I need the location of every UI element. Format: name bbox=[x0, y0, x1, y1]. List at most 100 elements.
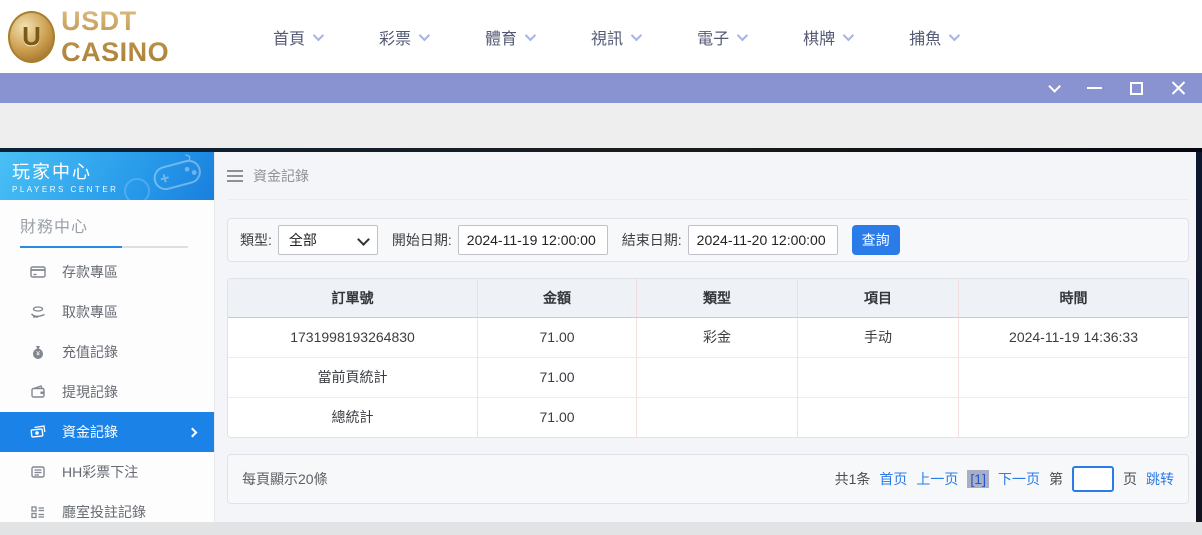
sidebar-item-deposit[interactable]: 存款專區 bbox=[0, 252, 214, 292]
casino-player-center-page: U USDT CASINO 首頁 彩票 體育 視訊 電子 bbox=[0, 0, 1202, 535]
content-area: 資金記錄 類型: 全部 開始日期: 結束日期: 查詢 bbox=[215, 152, 1202, 522]
chevron-down-icon bbox=[631, 29, 642, 40]
table-row-page-summary: 當前頁統計 71.00 bbox=[228, 357, 1188, 397]
cell-amount: 71.00 bbox=[478, 397, 637, 437]
sidebar-item-label: 廳室投註記錄 bbox=[62, 502, 146, 522]
nav-item-boardgames[interactable]: 棋牌 bbox=[803, 25, 851, 49]
funds-records-table: 訂單號 金額 類型 項目 時間 1731998193264830 71.00 彩… bbox=[228, 279, 1188, 437]
prev-page-link[interactable]: 上一页 bbox=[916, 469, 958, 489]
chevron-down-icon bbox=[737, 29, 748, 40]
chevron-down-icon bbox=[525, 29, 536, 40]
col-type: 類型 bbox=[637, 279, 798, 317]
sidebar-item-label: 存款專區 bbox=[62, 262, 118, 282]
query-button[interactable]: 查詢 bbox=[852, 225, 900, 255]
nav-label: 首頁 bbox=[273, 25, 305, 49]
nav-label: 體育 bbox=[485, 25, 517, 49]
nav-item-sports[interactable]: 體育 bbox=[485, 25, 533, 49]
sidebar-item-room-bet-records[interactable]: 廳室投註記錄 bbox=[0, 492, 214, 522]
bills-icon bbox=[30, 424, 46, 440]
cell-empty bbox=[959, 357, 1188, 397]
first-page-link[interactable]: 首页 bbox=[879, 469, 907, 489]
sidebar-item-recharge-records[interactable]: ¥ 充值記錄 bbox=[0, 332, 214, 372]
jump-suffix: 页 bbox=[1123, 469, 1137, 489]
site-logo[interactable]: U USDT CASINO bbox=[8, 6, 233, 68]
cell-empty bbox=[637, 397, 798, 437]
pager: 共1条 首页 上一页 [1] 下一页 第 页 跳转 bbox=[835, 466, 1174, 492]
nav-label: 電子 bbox=[697, 25, 729, 49]
nav-item-home[interactable]: 首頁 bbox=[273, 25, 321, 49]
finance-center-label: 財務中心 bbox=[20, 213, 194, 237]
deposit-card-icon bbox=[30, 264, 46, 280]
chevron-down-icon bbox=[843, 29, 854, 40]
nav-item-lottery[interactable]: 彩票 bbox=[379, 25, 427, 49]
menu-toggle-icon[interactable] bbox=[227, 170, 243, 182]
page-title: 資金記錄 bbox=[253, 166, 309, 186]
cell-label: 當前頁統計 bbox=[228, 357, 478, 397]
main-area: 玩家中心 PLAYERS CENTER 財務中心 bbox=[0, 152, 1202, 522]
next-page-link[interactable]: 下一页 bbox=[998, 469, 1040, 489]
table-row-total-summary: 總統計 71.00 bbox=[228, 397, 1188, 437]
cell-item: 手动 bbox=[798, 317, 959, 357]
sidebar-item-label: 充值記錄 bbox=[62, 342, 118, 362]
main-nav: 首頁 彩票 體育 視訊 電子 棋牌 bbox=[273, 25, 957, 49]
nav-label: 捕魚 bbox=[909, 25, 941, 49]
minimize-icon[interactable] bbox=[1086, 80, 1102, 96]
titlebar-chevron-down-icon[interactable] bbox=[1044, 80, 1060, 96]
logo-icon: U bbox=[8, 11, 55, 63]
close-icon[interactable] bbox=[1170, 80, 1186, 96]
sidebar-item-funds-records[interactable]: 資金記錄 bbox=[0, 412, 214, 452]
funds-records-table-panel: 訂單號 金額 類型 項目 時間 1731998193264830 71.00 彩… bbox=[227, 278, 1189, 438]
cell-empty bbox=[798, 397, 959, 437]
nav-label: 棋牌 bbox=[803, 25, 835, 49]
type-select-wrap: 全部 bbox=[278, 225, 378, 255]
records-icon bbox=[30, 504, 46, 520]
wallet-icon bbox=[30, 384, 46, 400]
nav-item-live[interactable]: 視訊 bbox=[591, 25, 639, 49]
lottery-list-icon bbox=[30, 464, 46, 480]
moneybag-icon: ¥ bbox=[30, 344, 46, 360]
nav-item-fishing[interactable]: 捕魚 bbox=[909, 25, 957, 49]
sidebar-menu: 存款專區 取款專區 ¥ 充值記錄 bbox=[0, 252, 214, 522]
sidebar: 玩家中心 PLAYERS CENTER 財務中心 bbox=[0, 152, 215, 522]
cell-time: 2024-11-19 14:36:33 bbox=[959, 317, 1188, 357]
page-size-text: 每頁顯示20條 bbox=[242, 469, 328, 489]
sidebar-item-withdraw[interactable]: 取款專區 bbox=[0, 292, 214, 332]
table-row: 1731998193264830 71.00 彩金 手动 2024-11-19 … bbox=[228, 317, 1188, 357]
chevron-down-icon bbox=[949, 29, 960, 40]
jump-prefix: 第 bbox=[1049, 469, 1063, 489]
bottom-strip bbox=[0, 522, 1202, 535]
breadcrumb: 資金記錄 bbox=[227, 152, 1189, 200]
current-page-indicator: [1] bbox=[967, 470, 989, 488]
sidebar-item-hh-lottery-bets[interactable]: HH彩票下注 bbox=[0, 452, 214, 492]
maximize-icon[interactable] bbox=[1128, 80, 1144, 96]
sidebar-item-label: 資金記錄 bbox=[62, 422, 118, 442]
col-item: 項目 bbox=[798, 279, 959, 317]
cell-amount: 71.00 bbox=[478, 357, 637, 397]
logo-text: USDT CASINO bbox=[61, 6, 233, 68]
cell-empty bbox=[798, 357, 959, 397]
chevron-down-icon bbox=[313, 29, 324, 40]
cell-type: 彩金 bbox=[637, 317, 798, 357]
site-header: U USDT CASINO 首頁 彩票 體育 視訊 電子 bbox=[0, 0, 1202, 73]
type-select[interactable]: 全部 bbox=[278, 225, 378, 255]
sidebar-section-finance: 財務中心 bbox=[0, 200, 214, 252]
right-dark-border bbox=[1196, 152, 1202, 522]
cell-empty bbox=[637, 357, 798, 397]
sidebar-item-label: 取款專區 bbox=[62, 302, 118, 322]
sidebar-item-withdrawal-records[interactable]: 提現記錄 bbox=[0, 372, 214, 412]
svg-text:¥: ¥ bbox=[36, 350, 40, 357]
header-gap-strip bbox=[0, 103, 1202, 148]
cell-empty bbox=[959, 397, 1188, 437]
end-date-input[interactable] bbox=[688, 225, 838, 255]
sidebar-header: 玩家中心 PLAYERS CENTER bbox=[0, 152, 214, 200]
nav-item-slots[interactable]: 電子 bbox=[697, 25, 745, 49]
section-underline bbox=[20, 246, 188, 248]
window-titlebar bbox=[0, 73, 1202, 103]
jump-page-input[interactable] bbox=[1072, 466, 1114, 492]
jump-button[interactable]: 跳转 bbox=[1146, 469, 1174, 489]
col-order-number: 訂單號 bbox=[228, 279, 478, 317]
decor-circle bbox=[124, 178, 150, 200]
start-date-input[interactable] bbox=[458, 225, 608, 255]
sidebar-item-label: HH彩票下注 bbox=[62, 462, 138, 482]
filter-bar: 類型: 全部 開始日期: 結束日期: 查詢 bbox=[227, 218, 1189, 262]
